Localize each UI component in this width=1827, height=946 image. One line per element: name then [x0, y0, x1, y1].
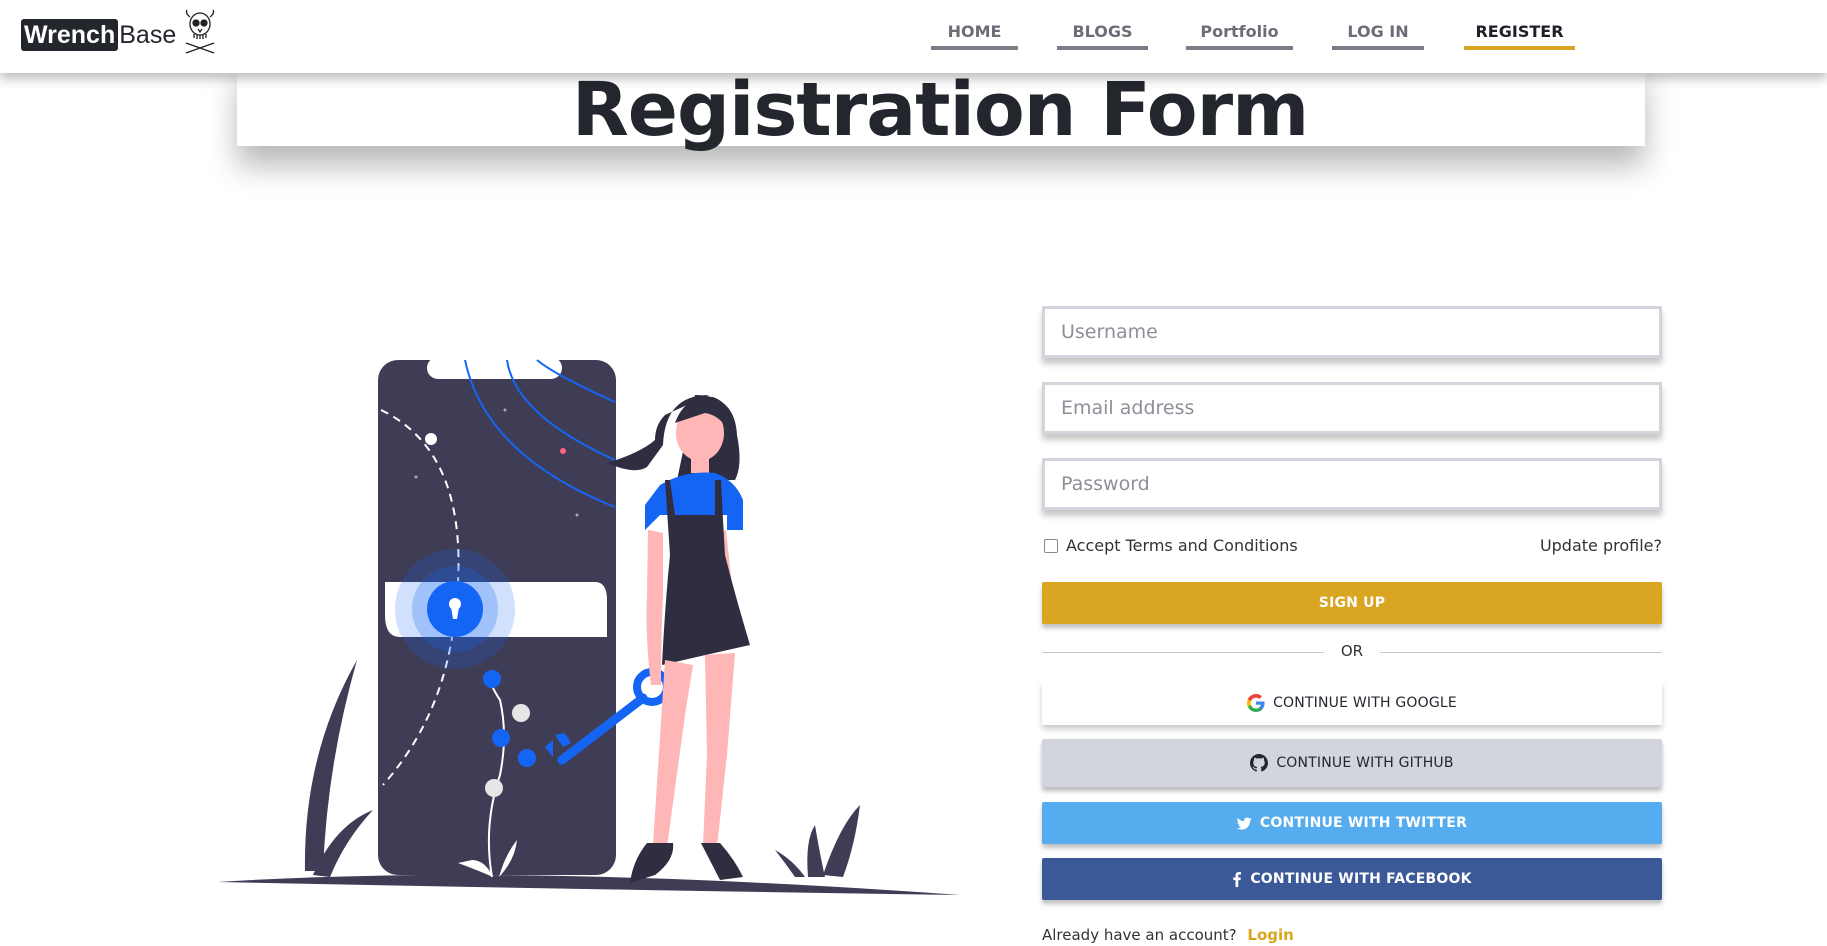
nav-register[interactable]: REGISTER: [1464, 22, 1575, 50]
facebook-label: CONTINUE WITH FACEBOOK: [1250, 871, 1472, 887]
github-label: CONTINUE WITH GITHUB: [1276, 755, 1454, 771]
brand-name-dark: Wrench: [21, 19, 119, 51]
divider-line-right: [1380, 652, 1662, 653]
already-account-row: Already have an account? Login: [1042, 926, 1294, 944]
terms-row: Accept Terms and Conditions Update profi…: [1042, 536, 1662, 560]
page-title: Registration Form: [571, 67, 1309, 153]
continue-github-button[interactable]: CONTINUE WITH GITHUB: [1042, 739, 1662, 787]
twitter-icon: [1236, 816, 1252, 830]
terms-checkbox[interactable]: [1044, 539, 1058, 553]
login-link[interactable]: Login: [1247, 926, 1293, 944]
brand-name-light: Base: [119, 21, 177, 49]
twitter-label: CONTINUE WITH TWITTER: [1259, 815, 1468, 831]
or-label: OR: [1340, 642, 1364, 660]
update-profile-link[interactable]: Update profile?: [1540, 536, 1662, 555]
nav-blogs[interactable]: BLOGS: [1057, 22, 1148, 50]
continue-twitter-button[interactable]: CONTINUE WITH TWITTER: [1042, 802, 1662, 844]
sign-up-label: SIGN UP: [1318, 595, 1386, 611]
google-icon: [1247, 694, 1265, 712]
continue-google-button[interactable]: CONTINUE WITH GOOGLE: [1042, 681, 1662, 725]
github-icon: [1250, 754, 1269, 772]
brand-logo[interactable]: Wrench Base: [21, 9, 219, 55]
nav-home[interactable]: HOME: [931, 22, 1018, 50]
nav-portfolio[interactable]: Portfolio: [1186, 22, 1293, 50]
email-field[interactable]: [1042, 382, 1662, 434]
already-account-text: Already have an account?: [1042, 926, 1237, 944]
or-divider: OR: [1042, 642, 1662, 662]
top-navbar: Wrench Base HOME BLOGS Portfolio LOG IN …: [0, 0, 1827, 73]
continue-facebook-button[interactable]: CONTINUE WITH FACEBOOK: [1042, 858, 1662, 900]
username-field[interactable]: [1042, 306, 1662, 358]
sign-up-button[interactable]: SIGN UP: [1042, 582, 1662, 624]
terms-label[interactable]: Accept Terms and Conditions: [1066, 536, 1298, 555]
secure-login-illustration: [218, 357, 960, 895]
password-field[interactable]: [1042, 458, 1662, 510]
skull-logo-icon: [186, 9, 215, 54]
google-label: CONTINUE WITH GOOGLE: [1273, 695, 1457, 711]
facebook-icon: [1233, 871, 1242, 887]
nav-login[interactable]: LOG IN: [1332, 22, 1424, 50]
